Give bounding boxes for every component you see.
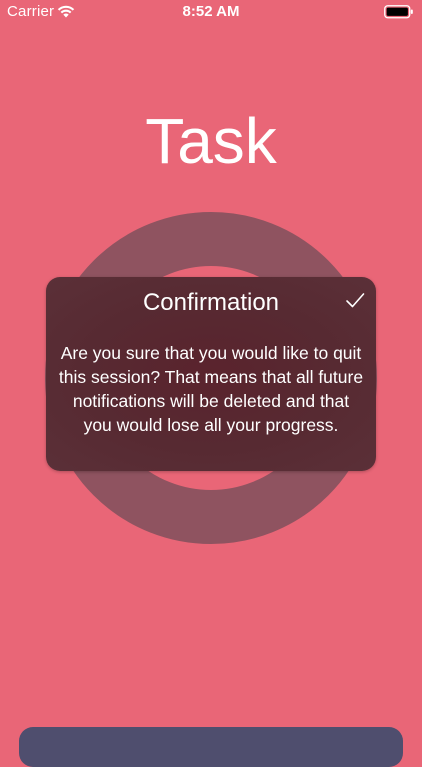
checkmark-icon[interactable]	[344, 289, 366, 311]
confirmation-dialog: Confirmation Are you sure that you would…	[46, 277, 376, 471]
battery-icon	[384, 5, 414, 24]
bottom-action-bar[interactable]	[19, 727, 403, 767]
page-title: Task	[145, 105, 277, 177]
dialog-title: Confirmation	[142, 289, 280, 316]
dialog-message: Are you sure that you would like to quit…	[58, 343, 364, 435]
status-time: 8:52 AM	[182, 3, 240, 20]
status-bar: Carrier 8:52 AM	[0, 0, 422, 24]
